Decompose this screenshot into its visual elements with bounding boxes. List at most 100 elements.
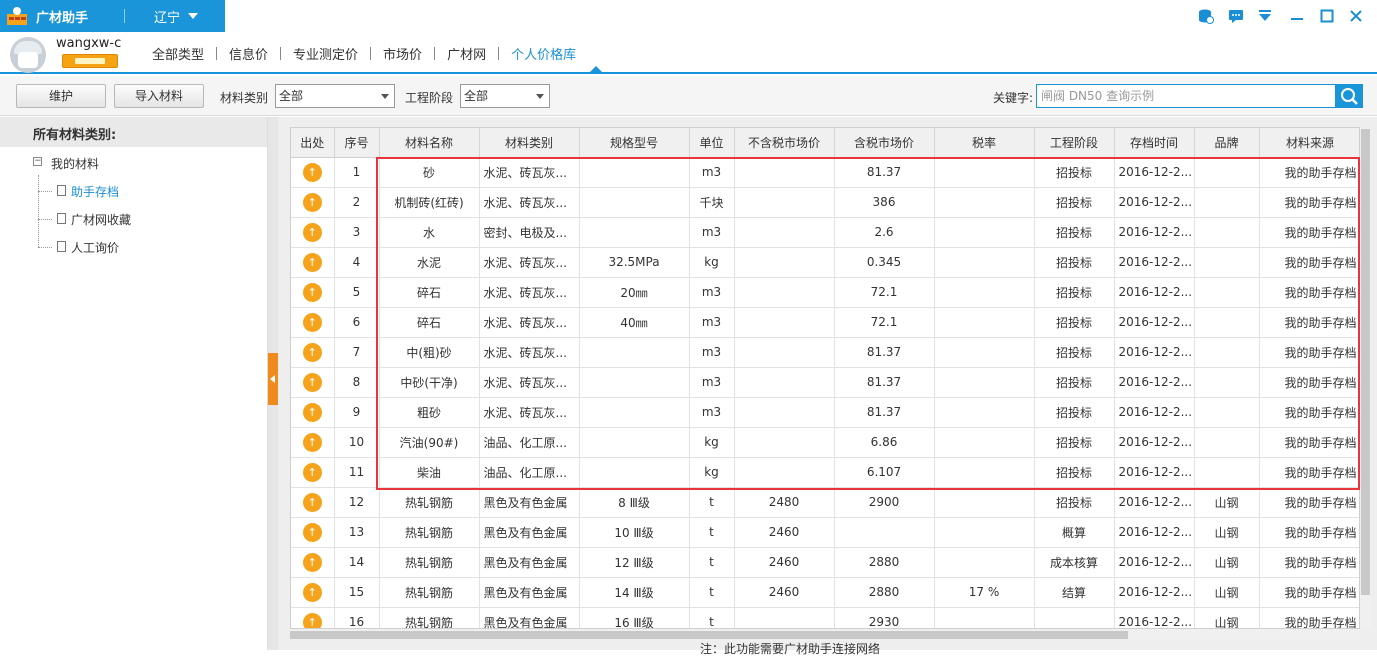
tab-market-price[interactable]: 市场价 (383, 44, 434, 63)
tab-all-types[interactable]: 全部类型 (152, 44, 216, 63)
minimize-icon[interactable] (1289, 8, 1305, 24)
unit-cell: m3 (689, 157, 735, 188)
upload-icon[interactable]: ↑ (302, 522, 322, 542)
chevron-down-icon[interactable] (188, 13, 198, 19)
message-icon[interactable] (1228, 8, 1244, 24)
material-name-cell: 砂 (379, 157, 480, 188)
tree-item-gcw-favorites[interactable]: 广材网收藏 (71, 211, 131, 228)
table-row[interactable]: ↑ 6 碎石 水泥、砖瓦灰... 40㎜ m3 72.1 招投标 2016-12-2... 我的助… (291, 307, 1359, 338)
unit-cell: t (689, 547, 735, 578)
upload-icon[interactable]: ↑ (302, 552, 322, 572)
spec-cell: 8 Ⅲ级 (579, 487, 690, 518)
archive-time-cell: 2016-12-2... (1114, 427, 1195, 458)
upload-icon[interactable]: ↑ (302, 162, 322, 182)
user-nav-bar: wangxw-c 全部类型 信息价 专业测定价 市场价 广材网 个人价格库 (0, 32, 1377, 74)
table-row[interactable]: ↑ 2 机制砖(红砖) 水泥、砖瓦灰... 千块 386 招投标 2016-12-2... 我的… (291, 187, 1359, 218)
table-row[interactable]: ↑ 8 中砂(干净) 水泥、砖瓦灰... m3 81.37 招投标 2016-12-2... 我… (291, 367, 1359, 398)
scrollbar-thumb[interactable] (290, 631, 1128, 639)
col-brand-header[interactable]: 品牌 (1194, 128, 1260, 158)
unit-cell: kg (689, 247, 735, 278)
tab-info-price[interactable]: 信息价 (229, 44, 280, 63)
upload-icon[interactable]: ↑ (302, 312, 322, 332)
col-index-header[interactable]: 序号 (334, 128, 380, 158)
row-index-cell: 1 (334, 157, 380, 188)
upload-icon[interactable]: ↑ (302, 612, 322, 628)
price-inc-tax-cell: 81.37 (834, 157, 935, 188)
brand-cell (1194, 457, 1260, 488)
material-origin-cell: 我的助手存档 (1259, 367, 1359, 398)
unit-cell: kg (689, 427, 735, 458)
collapse-icon[interactable]: − (33, 157, 42, 166)
upload-icon[interactable]: ↑ (302, 252, 322, 272)
price-inc-tax-cell: 2880 (834, 547, 935, 578)
upload-icon[interactable]: ↑ (302, 432, 322, 452)
upload-icon[interactable]: ↑ (302, 372, 322, 392)
database-icon[interactable] (1198, 8, 1214, 24)
upload-icon[interactable]: ↑ (302, 192, 322, 212)
col-name-header[interactable]: 材料名称 (379, 128, 480, 158)
table-row[interactable]: ↑ 5 碎石 水泥、砖瓦灰... 20㎜ m3 72.1 招投标 2016-12-2... 我的助… (291, 277, 1359, 308)
spec-cell (579, 337, 690, 368)
col-price-ex-tax-header[interactable]: 不含税市场价 (734, 128, 835, 158)
upload-icon[interactable]: ↑ (302, 462, 322, 482)
table-row[interactable]: ↑ 7 中(粗)砂 水泥、砖瓦灰... m3 81.37 招投标 2016-12-2... 我的… (291, 337, 1359, 368)
source-cell: ↑ (291, 307, 335, 338)
stage-cell: 招投标 (1034, 157, 1115, 188)
table-row[interactable]: ↑ 13 热轧钢筋 黑色及有色金属 10 Ⅲ级 t 2460 概算 2016-12-2... 山钢… (291, 517, 1359, 548)
table-row[interactable]: ↑ 12 热轧钢筋 黑色及有色金属 8 Ⅲ级 t 2480 2900 招投标 2016-12-2.… (291, 487, 1359, 518)
region-selector[interactable]: 辽宁 (154, 7, 180, 26)
col-unit-header[interactable]: 单位 (689, 128, 735, 158)
table-row[interactable]: ↑ 3 水密封、电极及... m3 2.6 招投标 2016-12-2... 我的助手存档 (291, 217, 1359, 248)
category-select[interactable]: 全部 (275, 84, 395, 108)
col-archive-time-header[interactable]: 存档时间 (1114, 128, 1195, 158)
import-materials-button[interactable]: 导入材料 (114, 84, 204, 108)
tab-personal-price-library[interactable]: 个人价格库 (511, 44, 588, 63)
table-row[interactable]: ↑ 4 水泥 水泥、砖瓦灰... 32.5MPa kg 0.345 招投标 2016-12-2.… (291, 247, 1359, 278)
scrollbar-thumb[interactable] (1361, 129, 1370, 595)
collapse-sidebar-button[interactable] (268, 353, 278, 405)
upload-icon[interactable]: ↑ (302, 342, 322, 362)
avatar[interactable] (10, 37, 46, 73)
table-row[interactable]: ↑ 15 热轧钢筋 黑色及有色金属 14 Ⅲ级 t 2460 2880 17 % 结算 2016-1… (291, 577, 1359, 608)
vertical-scrollbar[interactable] (1360, 127, 1371, 629)
table-row[interactable]: ↑ 1 砂水泥、砖瓦灰... m3 81.37 招投标 2016-12-2... 我的助手存档 (291, 157, 1359, 188)
tree-root-my-materials[interactable]: 我的材料 (51, 155, 99, 172)
material-category-cell: 水泥、砖瓦灰... (479, 157, 580, 188)
price-ex-tax-cell (734, 367, 835, 398)
maintain-button[interactable]: 维护 (16, 84, 106, 108)
search-icon[interactable] (1335, 84, 1363, 108)
close-icon[interactable] (1348, 8, 1364, 24)
col-price-inc-tax-header[interactable]: 含税市场价 (834, 128, 935, 158)
col-spec-header[interactable]: 规格型号 (579, 128, 690, 158)
col-category-header[interactable]: 材料类别 (479, 128, 580, 158)
table-row[interactable]: ↑ 9 粗砂 水泥、砖瓦灰... m3 81.37 招投标 2016-12-2... 我的助手存… (291, 397, 1359, 428)
table-row[interactable]: ↑ 10 汽油(90#) 油品、化工原... kg 6.86 招投标 2016-12-2...… (291, 427, 1359, 458)
col-tax-rate-header[interactable]: 税率 (934, 128, 1035, 158)
archive-time-cell: 2016-12-2... (1114, 517, 1195, 548)
tree-item-assistant-archive[interactable]: 助手存档 (71, 183, 119, 200)
stage-select[interactable]: 全部 (460, 84, 550, 108)
tree-item-manual-inquiry[interactable]: 人工询价 (71, 239, 119, 256)
col-origin-header[interactable]: 材料来源 (1259, 128, 1359, 158)
tab-gcw[interactable]: 广材网 (447, 44, 498, 63)
upload-icon[interactable]: ↑ (302, 222, 322, 242)
upload-icon[interactable]: ↑ (302, 492, 322, 512)
price-ex-tax-cell (734, 187, 835, 218)
material-name-cell: 中砂(干净) (379, 367, 480, 398)
tab-professional-price[interactable]: 专业测定价 (293, 44, 370, 63)
keyword-search-input[interactable]: 闸阀 DN50 查询示例 (1036, 84, 1336, 108)
upload-icon[interactable]: ↑ (302, 582, 322, 602)
maximize-icon[interactable] (1319, 8, 1335, 24)
table-row[interactable]: ↑ 11 柴油 油品、化工原... kg 6.107 招投标 2016-12-2... 我的助手… (291, 457, 1359, 488)
upload-icon[interactable]: ↑ (302, 282, 322, 302)
table-row[interactable]: ↑ 14 热轧钢筋 黑色及有色金属 12 Ⅲ级 t 2460 2880 成本核算 2016-12-… (291, 547, 1359, 578)
table-row[interactable]: ↑ 16 热轧钢筋 黑色及有色金属 16 Ⅲ级 t 2930 2016-12-2... 山钢 我的… (291, 607, 1359, 628)
material-category-cell: 水泥、砖瓦灰... (479, 277, 580, 308)
source-cell: ↑ (291, 577, 335, 608)
col-stage-header[interactable]: 工程阶段 (1034, 128, 1115, 158)
price-inc-tax-cell: 81.37 (834, 337, 935, 368)
tax-rate-cell (934, 247, 1035, 278)
dropdown-menu-icon[interactable] (1257, 8, 1273, 24)
upload-icon[interactable]: ↑ (302, 402, 322, 422)
col-source-header[interactable]: 出处 (291, 128, 335, 158)
